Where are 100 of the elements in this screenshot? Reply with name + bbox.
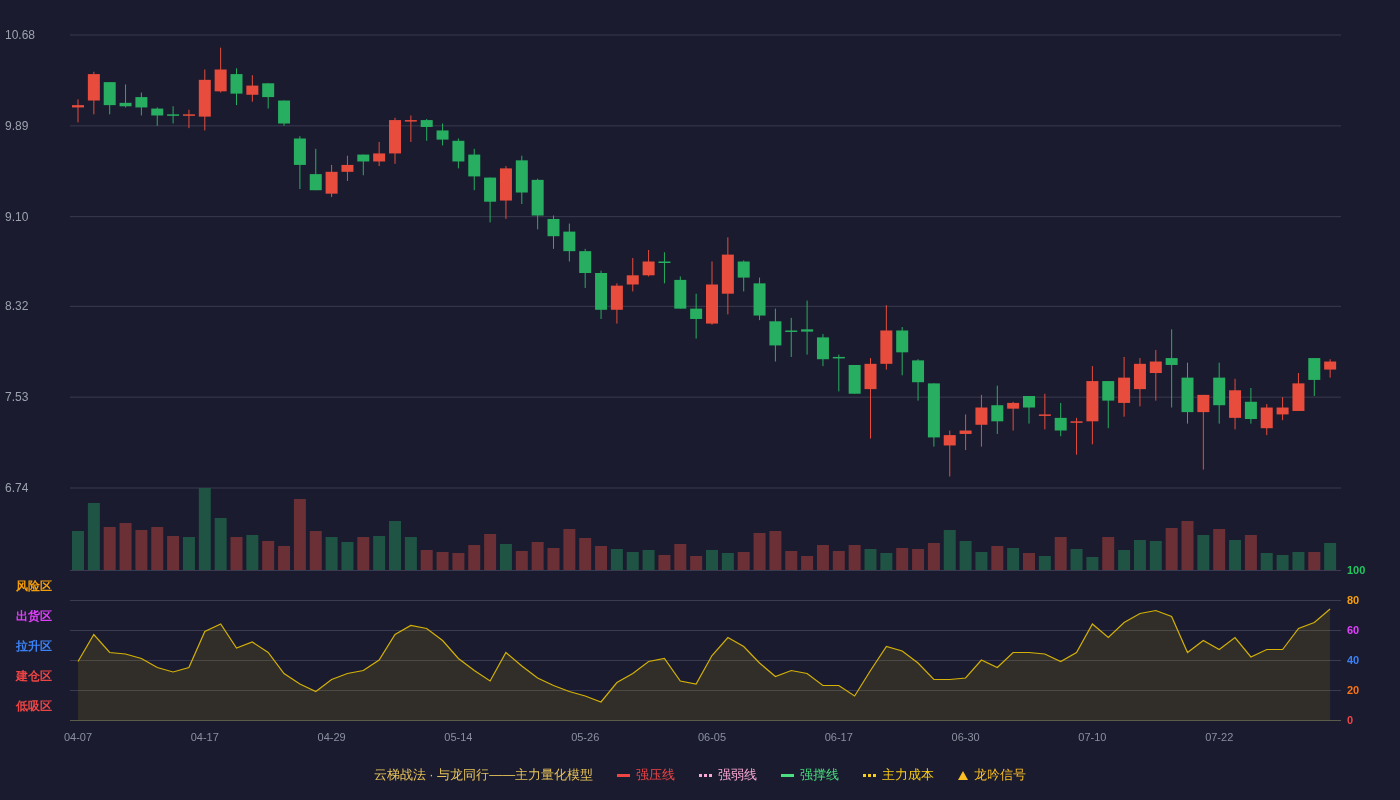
candlestick <box>626 257 639 292</box>
volume-bar <box>658 555 671 570</box>
volume-bar <box>848 545 861 570</box>
volume-bar <box>975 552 988 570</box>
volume-bar <box>642 550 655 570</box>
candlestick <box>912 358 925 402</box>
volume-bar <box>1260 553 1273 570</box>
legend-label: 强撑线 <box>800 766 840 785</box>
volume-bar <box>230 537 243 570</box>
volume-bar <box>151 527 164 570</box>
candlestick <box>167 105 180 125</box>
candlestick <box>1118 356 1131 418</box>
date-label: 04-29 <box>317 731 346 743</box>
axis-label: 100 <box>1347 564 1366 576</box>
candlestick <box>801 300 814 356</box>
axis-label: 6.74 <box>5 481 29 495</box>
volume-bar <box>309 531 322 570</box>
volume-bar <box>389 521 401 570</box>
axis-label: 7.53 <box>5 390 29 405</box>
volume-bar <box>1197 535 1210 570</box>
volume-bar <box>880 553 893 570</box>
candlestick <box>1007 401 1020 431</box>
volume-bar <box>484 534 497 570</box>
axis-label: 40 <box>1347 654 1360 666</box>
candlestick <box>943 430 956 477</box>
volume-bar <box>1292 552 1305 570</box>
candlestick <box>753 277 766 321</box>
volume-bar <box>626 552 639 570</box>
axis-label: 0 <box>1347 714 1354 726</box>
candlestick <box>769 308 782 363</box>
candlestick <box>1023 395 1035 425</box>
candlestick <box>975 394 988 448</box>
legend-title: 云梯战法 · 与龙同行——主力量化模型 <box>373 766 594 785</box>
volume-bar <box>769 531 782 570</box>
candlestick <box>610 282 623 325</box>
volume-bar <box>373 536 386 570</box>
legend-label: 主力成本 <box>882 766 935 785</box>
volume-bar <box>1054 537 1067 570</box>
volume-bar <box>420 550 433 570</box>
date-label: 04-17 <box>190 731 219 743</box>
candlestick <box>151 106 164 127</box>
volume-bar <box>610 549 623 570</box>
candlestick <box>278 100 291 127</box>
candlestick <box>816 333 829 367</box>
volume-bar <box>674 544 687 570</box>
volume-bar <box>325 537 338 570</box>
volume-bar <box>436 552 449 570</box>
volume-bar <box>1007 548 1020 570</box>
date-label: 07-22 <box>1205 731 1234 743</box>
volume-bar <box>1276 555 1289 570</box>
volume-bar <box>1308 552 1321 570</box>
volume-bar <box>1181 521 1194 570</box>
volume-bar <box>927 543 940 570</box>
volume-bar <box>246 535 259 570</box>
candlestick <box>1213 362 1226 425</box>
candlestick <box>404 115 417 143</box>
candlestick <box>1308 357 1321 397</box>
volume-bar <box>214 518 227 570</box>
candlestick <box>1102 380 1115 429</box>
candlestick <box>880 304 893 371</box>
axis-label: 8.32 <box>5 299 29 314</box>
volume-bar <box>991 546 1004 570</box>
candlestick <box>579 248 592 289</box>
candlestick <box>595 270 608 320</box>
candlestick <box>230 67 243 106</box>
zone-label: 风险区 <box>16 579 52 593</box>
volume-bar <box>452 553 465 570</box>
candlestick <box>1244 387 1257 425</box>
candlestick <box>119 83 132 108</box>
volume-bar <box>896 548 909 570</box>
volume-bar <box>262 541 275 570</box>
volume-bar <box>1244 535 1257 570</box>
candlestick <box>658 251 671 284</box>
candlestick <box>959 413 972 451</box>
axis-label: 60 <box>1347 624 1360 636</box>
volume-bar <box>1149 541 1162 570</box>
volume-bar <box>293 499 306 570</box>
candlestick <box>1260 403 1273 436</box>
volume-bar <box>801 556 814 570</box>
candlestick <box>262 82 275 110</box>
candlestick <box>927 382 940 448</box>
candlestick <box>531 178 544 230</box>
axis-label: 9.10 <box>5 209 29 224</box>
candlestick <box>737 259 750 292</box>
candlestick <box>198 69 211 131</box>
volume-bar <box>1023 553 1035 570</box>
legend-label: 强弱线 <box>718 766 758 785</box>
volume-bar <box>959 541 972 570</box>
volume-bar <box>721 553 734 570</box>
candlestick <box>293 135 306 190</box>
candlestick <box>468 148 481 191</box>
volume-bar <box>87 503 100 570</box>
candlestick <box>547 215 560 250</box>
date-label: 06-30 <box>951 731 980 743</box>
candlestick <box>832 354 845 392</box>
candlestick <box>499 165 512 220</box>
zone-label: 建仓区 <box>16 669 52 683</box>
volume-bar <box>278 546 291 570</box>
volume-bar <box>1133 540 1146 570</box>
volume-bar <box>1324 543 1337 570</box>
